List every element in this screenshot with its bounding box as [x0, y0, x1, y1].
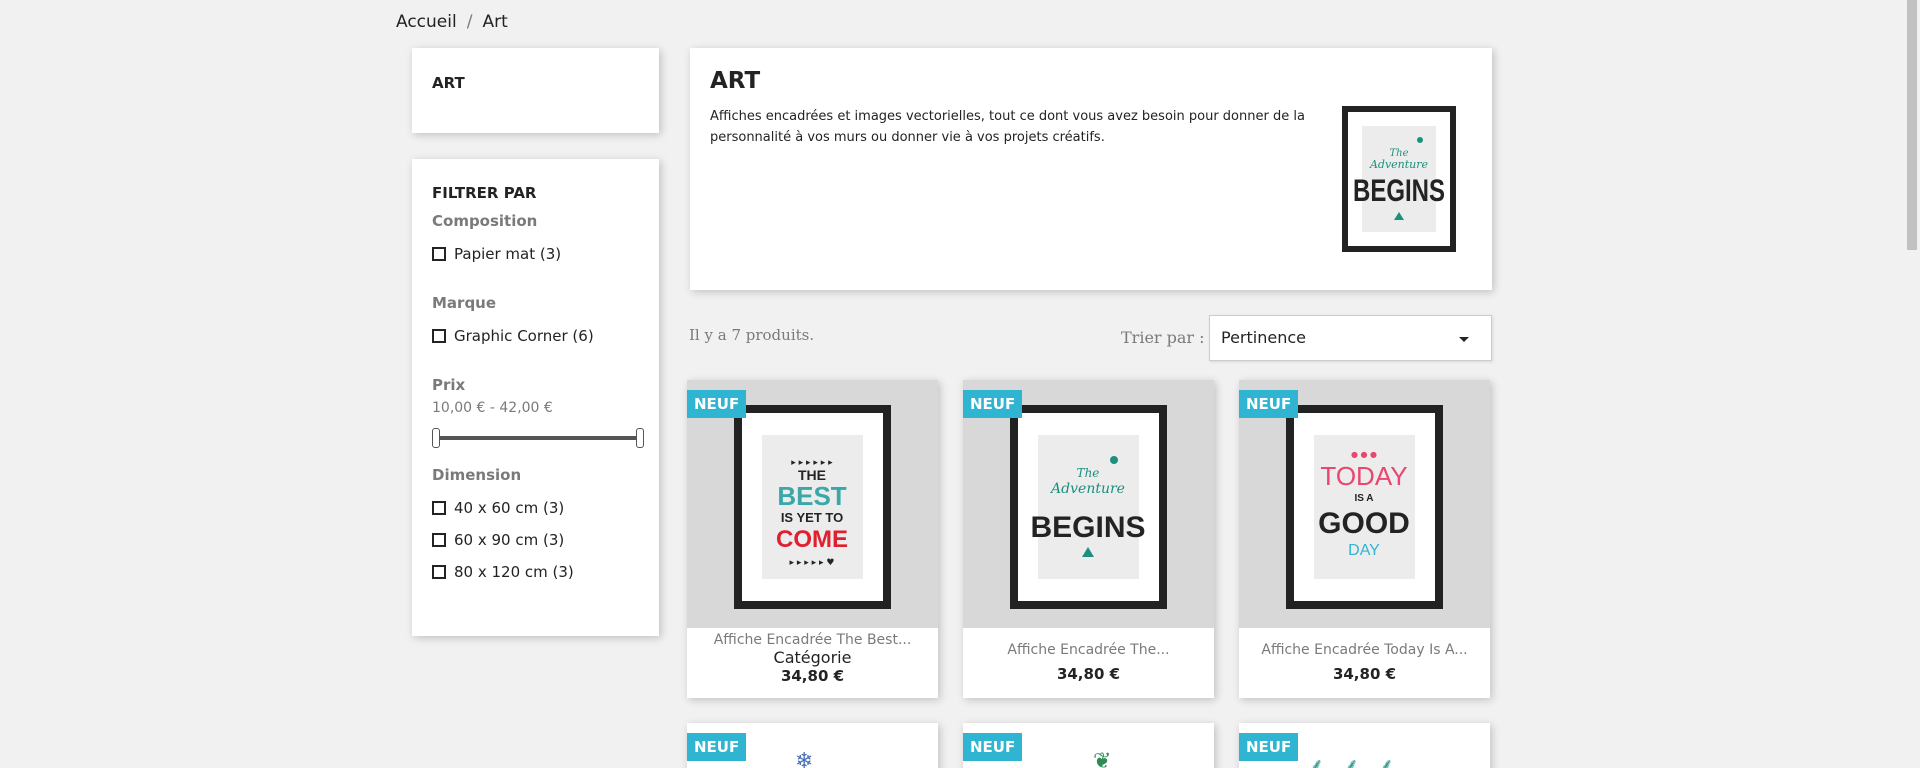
art-text: The: [1077, 466, 1100, 480]
product-name[interactable]: Affiche Encadrée Today Is A...: [1239, 642, 1490, 658]
breadcrumb-home-link[interactable]: Accueil: [396, 12, 457, 32]
hero-art-text: Adventure: [1369, 158, 1429, 171]
cactus-icon: ⸙⸙⸙: [1309, 753, 1414, 768]
facet-option-80x120[interactable]: 80 x 120 cm (3): [432, 556, 639, 588]
product-thumbnail[interactable]: NEUF ⸙⸙⸙: [1239, 723, 1490, 768]
facet-composition: Composition Papier mat (3): [432, 212, 639, 270]
facet-price: Prix 10,00 € - 42,00 €: [432, 376, 644, 448]
vertical-scrollbar[interactable]: [1903, 0, 1920, 768]
product-count: Il y a 7 produits.: [689, 326, 815, 344]
leaf-icon: ❦: [1093, 749, 1112, 768]
filter-panel-title: FILTRER PAR: [432, 184, 537, 202]
hero-art-text: BEGINS: [1353, 173, 1445, 208]
price-slider[interactable]: [432, 428, 644, 448]
product-image: The Adventure BEGINS: [1010, 405, 1167, 609]
sort-selected-value: Pertinence: [1221, 328, 1306, 347]
category-tree-title[interactable]: ART: [432, 74, 639, 92]
art-text: Adventure: [1049, 481, 1125, 497]
product-image: ● ● ● TODAY IS A GOOD DAY: [1286, 405, 1443, 609]
product-info: Affiche Encadrée The... 34,80 €: [963, 628, 1214, 698]
art-text: DAY: [1348, 542, 1380, 559]
category-header: ART Affiches encadrées et images vectori…: [690, 48, 1492, 290]
art-text: GOOD: [1318, 507, 1410, 540]
product-price: 34,80 €: [1056, 665, 1121, 683]
product-thumbnail[interactable]: NEUF ❦: [963, 723, 1214, 768]
product-thumbnail[interactable]: ● ● ● TODAY IS A GOOD DAY NEUF: [1239, 380, 1490, 628]
art-text: BEGINS: [1030, 511, 1145, 544]
product-price: 34,80 €: [780, 667, 845, 685]
new-badge: NEUF: [963, 733, 1023, 761]
facet-option-40x60[interactable]: 40 x 60 cm (3): [432, 492, 639, 524]
facet-option-label: Graphic Corner (6): [454, 327, 594, 345]
product-image: ▸ ▸ ▸ ▸ ▸ ▸ THE BEST IS YET TO COME ▸ ▸ …: [734, 405, 891, 609]
product-thumbnail[interactable]: NEUF ❄: [687, 723, 938, 768]
art-text: TODAY: [1320, 461, 1407, 491]
checkbox[interactable]: [432, 533, 446, 547]
product-card[interactable]: The Adventure BEGINS NEUF Affiche Encadr…: [963, 380, 1214, 698]
product-price: 34,80 €: [1332, 665, 1397, 683]
checkbox[interactable]: [432, 501, 446, 515]
breadcrumb-separator: /: [466, 12, 473, 32]
product-thumbnail[interactable]: The Adventure BEGINS NEUF: [963, 380, 1214, 628]
facet-composition-title: Composition: [432, 212, 538, 230]
product-name[interactable]: Affiche Encadrée The Best...: [687, 632, 938, 648]
facet-option-label: 80 x 120 cm (3): [454, 563, 574, 581]
art-text: IS YET TO: [781, 510, 843, 525]
facet-option-papier-mat[interactable]: Papier mat (3): [432, 238, 639, 270]
product-card[interactable]: ▸ ▸ ▸ ▸ ▸ ▸ THE BEST IS YET TO COME ▸ ▸ …: [687, 380, 938, 698]
price-slider-min-handle[interactable]: [432, 428, 440, 448]
new-badge: NEUF: [963, 390, 1023, 418]
svg-text:▸ ▸ ▸ ▸ ▸ ♥: ▸ ▸ ▸ ▸ ▸ ♥: [790, 558, 835, 568]
category-cover-image: The Adventure BEGINS: [1342, 106, 1456, 252]
breadcrumb: Accueil / Art: [396, 12, 508, 32]
price-slider-track: [434, 436, 642, 440]
product-thumbnail[interactable]: ▸ ▸ ▸ ▸ ▸ ▸ THE BEST IS YET TO COME ▸ ▸ …: [687, 380, 938, 628]
art-text: COME: [776, 526, 848, 553]
new-badge: NEUF: [1239, 390, 1299, 418]
scrollbar-thumb[interactable]: [1907, 0, 1917, 250]
category-title: ART: [710, 68, 761, 94]
facet-option-graphic-corner[interactable]: Graphic Corner (6): [432, 320, 639, 352]
product-card[interactable]: NEUF ⸙⸙⸙: [1239, 723, 1490, 768]
facet-brand: Marque Graphic Corner (6): [432, 294, 639, 352]
facet-brand-title: Marque: [432, 294, 497, 312]
snowflake-icon: ❄: [795, 749, 814, 768]
breadcrumb-current[interactable]: Art: [482, 12, 507, 32]
sort-label: Trier par :: [1121, 328, 1205, 347]
price-range-text: 10,00 € - 42,00 €: [432, 400, 553, 416]
facet-price-title: Prix: [432, 376, 466, 394]
chevron-down-icon: [1459, 337, 1469, 342]
checkbox[interactable]: [432, 247, 446, 261]
product-card[interactable]: ● ● ● TODAY IS A GOOD DAY NEUF Affiche E…: [1239, 380, 1490, 698]
product-info: Affiche Encadrée The Best... Catégorie 3…: [687, 628, 938, 698]
new-badge: NEUF: [687, 733, 747, 761]
svg-text:● ● ●: ● ● ●: [1351, 450, 1377, 459]
art-text: IS A: [1354, 493, 1373, 504]
facet-dimension: Dimension 40 x 60 cm (3) 60 x 90 cm (3) …: [432, 466, 639, 588]
category-tree-block: ART: [412, 48, 659, 133]
filter-panel: FILTRER PAR Composition Papier mat (3) M…: [412, 159, 659, 636]
category-description: Affiches encadrées et images vectorielle…: [710, 109, 1305, 145]
facet-option-label: 40 x 60 cm (3): [454, 499, 565, 517]
product-category: Catégorie: [773, 648, 852, 667]
checkbox[interactable]: [432, 565, 446, 579]
product-card[interactable]: NEUF ❄: [687, 723, 938, 768]
product-card[interactable]: NEUF ❦: [963, 723, 1214, 768]
facet-dimension-title: Dimension: [432, 466, 522, 484]
price-slider-max-handle[interactable]: [636, 428, 644, 448]
checkbox[interactable]: [432, 329, 446, 343]
facet-option-label: 60 x 90 cm (3): [454, 531, 565, 549]
new-badge: NEUF: [687, 390, 747, 418]
sort-select[interactable]: Pertinence: [1209, 315, 1492, 361]
new-badge: NEUF: [1239, 733, 1299, 761]
product-info: Affiche Encadrée Today Is A... 34,80 €: [1239, 628, 1490, 698]
facet-option-60x90[interactable]: 60 x 90 cm (3): [432, 524, 639, 556]
art-text: BEST: [777, 481, 846, 511]
product-name[interactable]: Affiche Encadrée The...: [963, 642, 1214, 658]
facet-option-label: Papier mat (3): [454, 245, 562, 263]
